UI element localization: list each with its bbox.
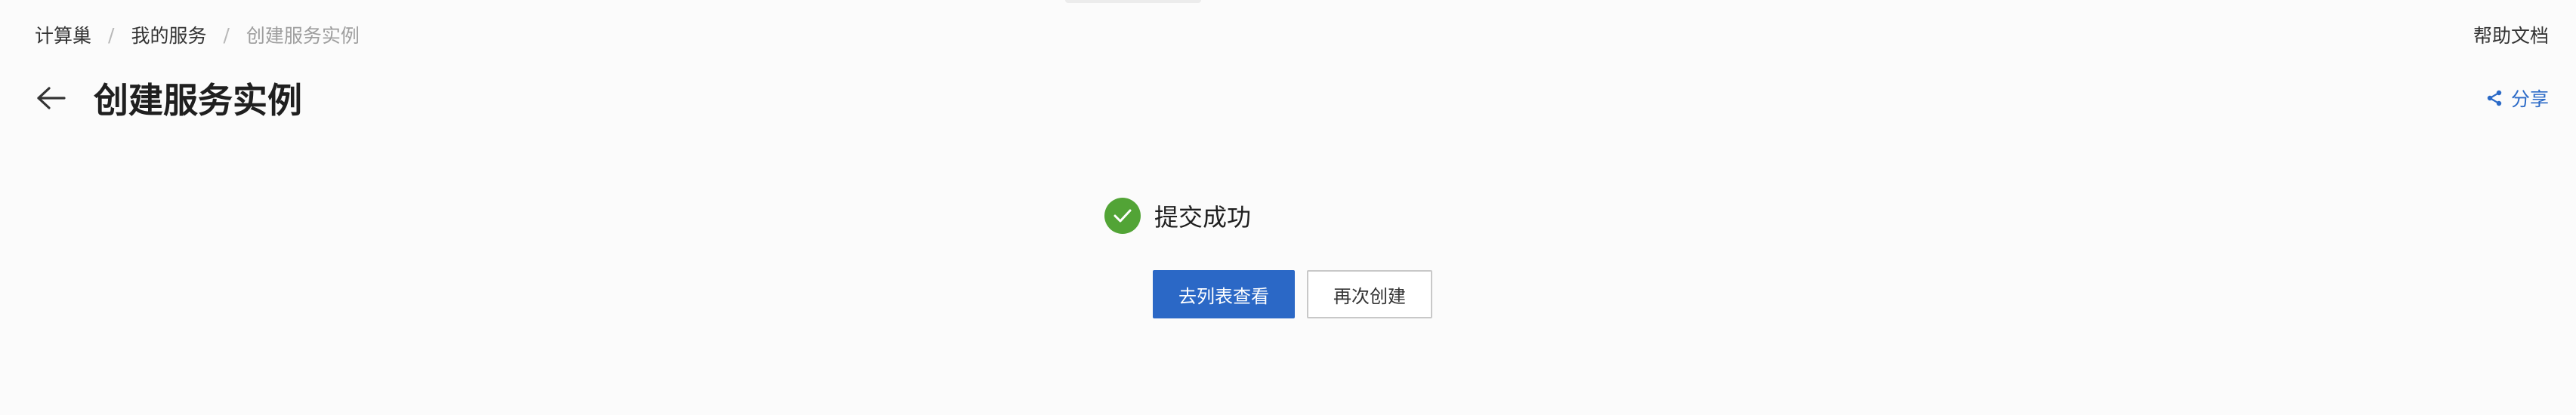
top-tab-shadow [1065, 0, 1201, 3]
result-actions: 去列表查看 再次创建 [1153, 270, 1432, 318]
breadcrumb-separator: / [108, 23, 115, 46]
help-docs-link[interactable]: 帮助文档 [2473, 21, 2549, 48]
page-header: 创建服务实例 [35, 74, 302, 122]
breadcrumb-item-my-services[interactable]: 我的服务 [131, 21, 206, 48]
arrow-left-icon[interactable] [35, 81, 68, 115]
share-label: 分享 [2510, 88, 2549, 110]
breadcrumb: 计算巢 / 我的服务 / 创建服务实例 [35, 21, 360, 48]
breadcrumb-item-compute-nest[interactable]: 计算巢 [35, 21, 91, 48]
result-status: 提交成功 [1104, 198, 1251, 234]
share-icon [2485, 88, 2505, 108]
share-button[interactable]: 分享 [2485, 85, 2549, 112]
breadcrumb-item-current: 创建服务实例 [246, 25, 360, 47]
breadcrumb-separator: / [223, 23, 230, 46]
page-title: 创建服务实例 [94, 80, 302, 121]
check-circle-icon [1104, 198, 1141, 234]
view-list-button[interactable]: 去列表查看 [1153, 270, 1295, 318]
create-again-button[interactable]: 再次创建 [1307, 270, 1432, 318]
page: 计算巢 / 我的服务 / 创建服务实例 帮助文档 创建服务实例 分享 提交成功 … [0, 0, 2576, 415]
result-title: 提交成功 [1154, 203, 1252, 232]
